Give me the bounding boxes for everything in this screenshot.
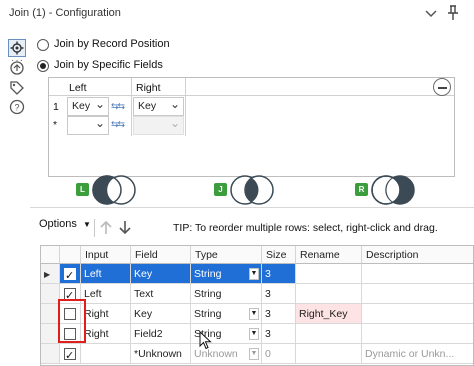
type-dropdown-icon[interactable]: ▼ xyxy=(249,308,259,320)
help-icon[interactable]: ? xyxy=(9,99,25,115)
description-cell[interactable] xyxy=(362,264,473,284)
record-position-label[interactable]: Join by Record Position xyxy=(54,38,170,50)
type-dropdown-icon[interactable]: ▼ xyxy=(249,268,259,280)
right-field-select-new xyxy=(133,115,184,135)
field-cell: Key xyxy=(131,264,191,284)
side-toolbar: ··· ? xyxy=(0,27,30,137)
description-cell[interactable] xyxy=(362,284,473,304)
size-cell[interactable]: 3 xyxy=(262,264,296,284)
pin-icon[interactable] xyxy=(446,4,460,22)
reorder-tip: TIP: To reorder multiple rows: select, r… xyxy=(173,222,438,234)
rename-cell[interactable] xyxy=(296,264,362,284)
input-cell: Left xyxy=(81,284,131,304)
include-cell xyxy=(60,344,81,364)
right-output-badge[interactable]: R xyxy=(355,183,368,196)
record-position-radio[interactable] xyxy=(37,39,49,51)
panel-splitter[interactable] xyxy=(30,207,474,211)
field-column-header[interactable]: Field xyxy=(131,246,191,264)
table-row[interactable]: Right Field2 String ▼ 3 xyxy=(41,324,473,344)
include-cell xyxy=(60,264,81,284)
rename-cell[interactable] xyxy=(296,284,362,304)
join-output-badge[interactable]: J xyxy=(214,183,227,196)
tag-icon[interactable] xyxy=(9,80,25,96)
size-cell[interactable]: 0 xyxy=(262,344,296,364)
left-field-select[interactable]: Key xyxy=(67,96,109,116)
caret-down-icon: ▼ xyxy=(82,220,91,229)
field-cell: *Unknown xyxy=(131,344,191,364)
field-cell: Text xyxy=(131,284,191,304)
type-dropdown-icon[interactable]: ▼ xyxy=(249,348,259,360)
highlight-box xyxy=(58,299,86,343)
left-output-badge[interactable]: L xyxy=(76,183,89,196)
right-join-venn-icon[interactable] xyxy=(368,173,418,207)
description-cell[interactable]: Dynamic or Unkn... xyxy=(362,344,473,364)
inner-join-venn-icon[interactable] xyxy=(227,173,277,207)
table-row[interactable]: Right Key String ▼ 3 Right_Key xyxy=(41,304,473,324)
join-fields-grid: Left Right 1 Key ⇆⇆ Key * ⇆⇆ xyxy=(48,77,455,177)
field-cell: Field2 xyxy=(131,324,191,344)
input-cell xyxy=(81,344,131,364)
type-dropdown-icon[interactable]: ▼ xyxy=(249,328,259,340)
column-divider xyxy=(131,78,132,136)
row-indicator-header xyxy=(41,246,60,264)
type-value: String xyxy=(194,268,222,280)
table-row[interactable]: ▶ Left Key String ▼ 3 xyxy=(41,264,473,284)
move-up-arrow-icon[interactable] xyxy=(98,219,114,236)
specific-fields-label[interactable]: Join by Specific Fields xyxy=(54,59,163,71)
type-cell[interactable]: String xyxy=(191,284,262,304)
column-divider xyxy=(185,78,186,136)
type-column-header[interactable]: Type xyxy=(191,246,262,264)
table-row[interactable]: Left Text String 3 xyxy=(41,284,473,304)
include-checkbox[interactable] xyxy=(64,346,76,363)
current-row-arrow-icon: ▶ xyxy=(44,270,51,279)
size-cell[interactable]: 3 xyxy=(262,324,296,344)
svg-text:?: ? xyxy=(14,103,19,113)
size-column-header[interactable]: Size xyxy=(262,246,296,264)
include-checkbox[interactable] xyxy=(64,266,76,283)
right-column-header: Right xyxy=(136,82,161,94)
rename-cell[interactable] xyxy=(296,344,362,364)
mouse-cursor-icon xyxy=(199,331,212,350)
description-cell[interactable] xyxy=(362,324,473,344)
checkbox-header xyxy=(60,246,81,264)
size-cell[interactable]: 3 xyxy=(262,284,296,304)
input-cell: Right xyxy=(81,304,131,324)
input-cell: Left xyxy=(81,264,131,284)
window-title: Join (1) - Configuration xyxy=(9,7,121,19)
field-cell: Key xyxy=(131,304,191,324)
toolbar-divider xyxy=(94,219,95,237)
left-field-select-new[interactable] xyxy=(67,115,109,135)
input-cell: Right xyxy=(81,324,131,344)
description-cell[interactable] xyxy=(362,304,473,324)
rename-cell[interactable] xyxy=(296,324,362,344)
swap-arrows-icon[interactable]: ⇆⇆ xyxy=(111,119,125,130)
row-number: 1 xyxy=(53,101,59,113)
right-field-select[interactable]: Key xyxy=(133,96,184,116)
left-join-venn-icon[interactable] xyxy=(89,173,139,207)
row-indicator xyxy=(41,344,60,364)
type-cell[interactable]: String ▼ xyxy=(191,304,262,324)
rename-cell[interactable]: Right_Key xyxy=(296,304,362,324)
remove-row-button[interactable] xyxy=(433,78,451,96)
description-column-header[interactable]: Description xyxy=(362,246,473,264)
rename-column-header[interactable]: Rename xyxy=(296,246,362,264)
swap-arrows-icon[interactable]: ⇆⇆ xyxy=(111,101,125,112)
new-row-marker: * xyxy=(53,119,58,131)
target-icon[interactable] xyxy=(9,60,25,76)
type-cell[interactable]: String ▼ xyxy=(191,264,262,284)
chevron-down-icon[interactable] xyxy=(423,5,439,21)
input-column-header[interactable]: Input xyxy=(81,246,131,264)
options-label: Options xyxy=(39,218,77,230)
size-cell[interactable]: 3 xyxy=(262,304,296,324)
table-row[interactable]: *Unknown Unknown▼ 0 Dynamic or Unkn... xyxy=(41,344,473,364)
select-fields-table: Input Field Type Size Rename Description… xyxy=(40,245,474,366)
gear-icon[interactable] xyxy=(8,39,26,57)
specific-fields-radio[interactable] xyxy=(37,60,49,72)
row-indicator: ▶ xyxy=(41,264,60,284)
move-down-arrow-icon[interactable] xyxy=(117,219,133,236)
options-button[interactable]: Options ▼ xyxy=(39,218,91,238)
join-grid-header xyxy=(49,78,454,96)
left-column-header: Left xyxy=(69,82,87,94)
type-value: String xyxy=(194,308,222,320)
